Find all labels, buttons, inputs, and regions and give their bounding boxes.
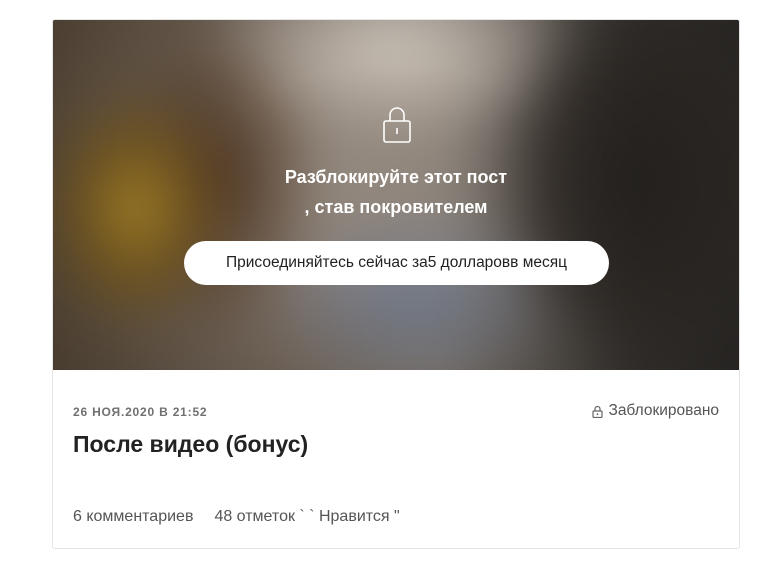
post-media-preview: Разблокируйте этот пост , став покровите…: [53, 20, 739, 370]
lock-icon: [383, 107, 411, 143]
comments-link[interactable]: 6 комментариев: [73, 508, 193, 526]
post-title[interactable]: После видео (бонус): [73, 428, 308, 460]
lock-icon: [592, 405, 604, 418]
locked-status-label: Заблокировано: [608, 402, 719, 419]
unlock-heading-line2: , став покровителем: [304, 197, 488, 217]
join-now-button[interactable]: Присоединяйтесь сейчас за5 долларовв мес…: [184, 241, 609, 285]
unlock-heading-line1: Разблокируйте этот пост: [284, 167, 508, 187]
post-date: 26 НОЯ.2020 В 21:52: [73, 405, 208, 419]
locked-overlay: Разблокируйте этот пост , став покровите…: [53, 20, 739, 370]
post-card: Разблокируйте этот пост , став покровите…: [52, 19, 740, 549]
locked-status: Заблокировано: [592, 402, 719, 420]
post-meta: 6 комментариев 48 отметок ` ` Нравится ": [73, 508, 400, 526]
likes-link[interactable]: 48 отметок ` ` Нравится ": [214, 508, 399, 526]
